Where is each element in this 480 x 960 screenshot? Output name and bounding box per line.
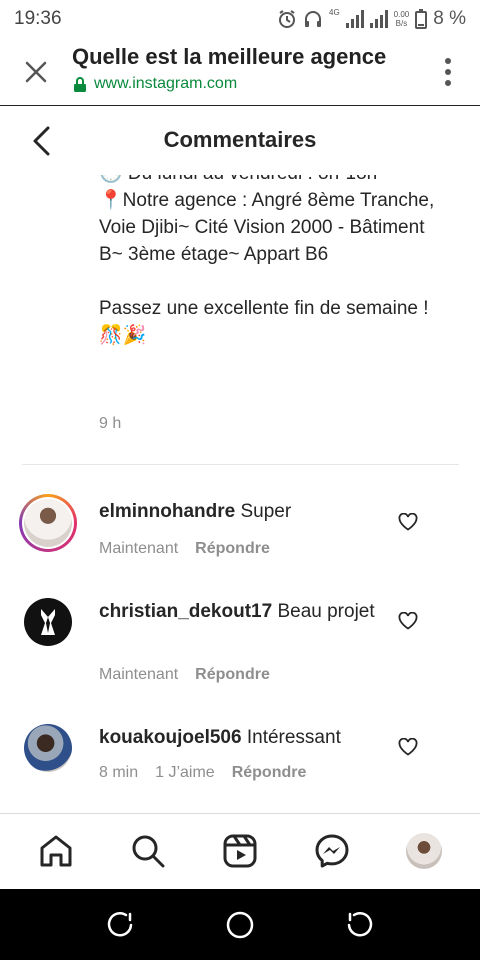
comment-meta: Maintenant Répondre — [99, 666, 287, 684]
recents-icon[interactable] — [106, 911, 134, 939]
comment-text: kouakoujoel506 Intéressant — [99, 724, 389, 751]
comment-time: Maintenant — [99, 666, 179, 683]
reply-button[interactable]: Répondre — [195, 540, 270, 558]
avatar-logo-icon — [41, 609, 55, 635]
status-icons: 4G 0.00 B/s 8 % — [277, 8, 466, 30]
comment-body: Beau projet — [277, 601, 375, 622]
divider — [22, 464, 459, 465]
profile-avatar — [406, 833, 442, 869]
like-heart-icon[interactable] — [398, 738, 418, 756]
comment-likes[interactable]: 1 J’aime — [155, 764, 215, 782]
browser-header: Quelle est la meilleure agence www.insta… — [0, 38, 480, 106]
like-heart-icon[interactable] — [398, 612, 418, 630]
comment-body: Super — [240, 501, 292, 522]
reply-button[interactable]: Répondre — [232, 764, 307, 782]
post-age: 9 h — [99, 415, 122, 432]
comment-text: elminnohandre Super — [99, 498, 389, 525]
comment-time: 8 min — [99, 764, 139, 781]
nav-home[interactable] — [37, 832, 75, 870]
comment-meta: Maintenant Répondre — [99, 540, 287, 558]
comment-username[interactable]: christian_dekout17 — [99, 601, 272, 622]
home-circle-icon[interactable] — [226, 911, 254, 939]
bottom-nav — [0, 813, 480, 889]
nav-search[interactable] — [129, 832, 167, 870]
comment-text: christian_dekout17 Beau projet — [99, 598, 389, 625]
close-icon[interactable] — [22, 58, 50, 86]
comments-list[interactable]: 🕐 Du lundi au vendredi : 8h-18h📍Notre ag… — [0, 160, 480, 812]
nav-profile[interactable] — [405, 832, 443, 870]
headset-icon — [305, 11, 321, 27]
comment-username[interactable]: elminnohandre — [99, 501, 235, 522]
reply-button[interactable]: Répondre — [195, 666, 270, 684]
caption-body: 📍Notre agence : Angré 8ème Tranche, Voie… — [99, 190, 435, 346]
net-speed-unit: B/s — [395, 19, 408, 28]
comment-username[interactable]: kouakoujoel506 — [99, 727, 242, 748]
comment-time: Maintenant — [99, 540, 179, 557]
status-time: 19:36 — [14, 8, 62, 29]
browser-title: Quelle est la meilleure agence — [72, 44, 387, 69]
alarm-icon — [279, 10, 295, 28]
net-speed: 0.00 B/s — [394, 10, 410, 28]
avatar[interactable] — [19, 494, 77, 552]
net-speed-value: 0.00 — [393, 10, 410, 19]
home-icon — [40, 835, 72, 867]
comment-meta: 8 min 1 J’aime Répondre — [99, 764, 323, 782]
like-heart-icon[interactable] — [398, 513, 418, 531]
more-options-icon[interactable] — [444, 58, 452, 86]
system-nav-bar — [0, 889, 480, 960]
signal-2-icon — [369, 10, 388, 28]
comment-body: Intéressant — [246, 727, 341, 748]
battery-level: 8 % — [433, 8, 466, 29]
status-bar: 19:36 4G 0.00 B/s 8 % — [0, 0, 480, 38]
search-icon — [132, 835, 165, 868]
post-caption: 🕐 Du lundi au vendredi : 8h-18h📍Notre ag… — [99, 160, 444, 349]
reels-icon — [223, 834, 257, 868]
browser-url[interactable]: www.instagram.com — [74, 75, 237, 93]
messenger-icon — [315, 834, 349, 868]
back-icon[interactable] — [346, 911, 374, 939]
page-title: Commentaires — [163, 127, 317, 152]
nav-reels[interactable] — [221, 832, 259, 870]
battery-icon — [415, 9, 428, 29]
avatar[interactable] — [24, 724, 72, 772]
nav-messenger[interactable] — [313, 832, 351, 870]
avatar[interactable] — [24, 598, 72, 646]
signal-1-icon — [345, 10, 364, 28]
url-text: www.instagram.com — [94, 75, 238, 92]
page-header: Commentaires — [0, 107, 480, 175]
network-type: 4G — [329, 7, 340, 17]
lock-icon — [74, 76, 86, 92]
